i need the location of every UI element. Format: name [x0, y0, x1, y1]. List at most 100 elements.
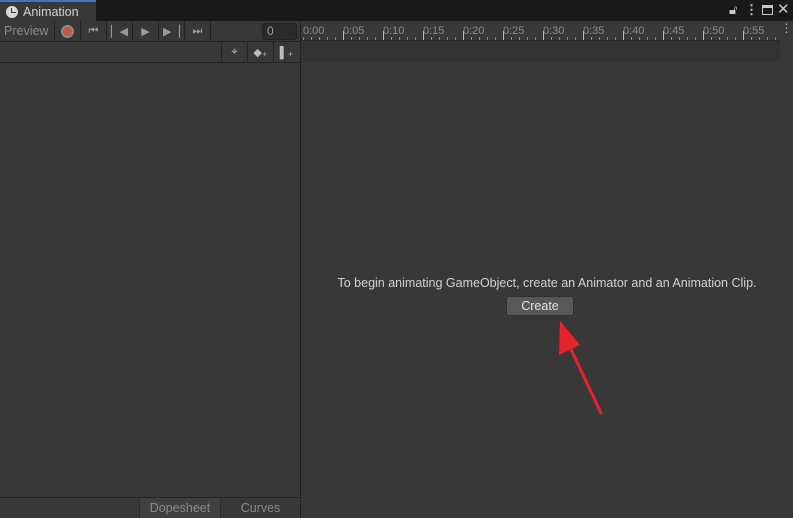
- timeline-tick: [735, 37, 736, 40]
- timeline-tick: [303, 37, 304, 40]
- timeline-tick: [535, 37, 536, 40]
- timeline-tick: [311, 37, 312, 40]
- timeline-tick: [399, 37, 400, 40]
- timeline-tick: [767, 37, 768, 40]
- timeline-tick: [663, 31, 664, 40]
- timeline-tick: [487, 37, 488, 40]
- step-back-icon: ▏◀︎: [111, 25, 128, 38]
- timeline-tick: [319, 37, 320, 40]
- play-icon: ▶︎: [141, 25, 150, 38]
- timeline-tick: [559, 37, 560, 40]
- timeline-tick: [623, 31, 624, 40]
- skip-to-start-icon: ⏮︎: [88, 24, 99, 37]
- record-button[interactable]: [55, 21, 81, 41]
- add-keyframe-button[interactable]: ◆₊: [247, 42, 273, 63]
- timeline-tick: [575, 37, 576, 40]
- step-forward-icon: ▶︎▕: [163, 25, 180, 38]
- timeline-tick: [695, 37, 696, 40]
- timeline-tick: [543, 31, 544, 40]
- timeline-tick: [367, 37, 368, 40]
- timeline-label: 0:45: [663, 25, 685, 37]
- timeline-ruler[interactable]: 0:00 0:05 0:10 0:15 0:20 0:25 0:30 0:35 0:40 0:45…: [301, 21, 780, 41]
- timeline-tick: [375, 37, 376, 40]
- timeline-tick: [727, 37, 728, 40]
- preview-button[interactable]: Preview: [0, 21, 55, 41]
- filter-by-selection-button[interactable]: ⌖: [221, 42, 247, 63]
- red-arrow-annotation: [559, 321, 603, 415]
- tab-animation[interactable]: Animation: [0, 0, 96, 21]
- lock-icon[interactable]: 🔓︎: [729, 3, 737, 17]
- timeline-label: 0:05: [343, 25, 365, 37]
- timeline-tick: [615, 37, 616, 40]
- playback-toolbar: Preview ⏮︎ ▏◀︎ ▶︎ ▶︎▕ ⏭︎: [0, 21, 300, 42]
- next-keyframe-button[interactable]: ▶︎▕: [159, 21, 185, 41]
- timeline-tick: [775, 37, 776, 40]
- frame-input[interactable]: 0: [262, 23, 297, 40]
- timeline-tick: [455, 37, 456, 40]
- tab-dopesheet[interactable]: Dopesheet: [139, 498, 220, 518]
- timeline-tick: [671, 37, 672, 40]
- timeline-label: 0:15: [423, 25, 445, 37]
- panel-divider[interactable]: [300, 21, 301, 518]
- timeline-tick: [703, 31, 704, 40]
- timeline-tick: [471, 37, 472, 40]
- timeline-label: 0:30: [543, 25, 565, 37]
- timeline-label: 0:50: [703, 25, 725, 37]
- tab-curves[interactable]: Curves: [220, 498, 300, 518]
- add-event-icon: ▌₊: [279, 47, 294, 59]
- timeline-tick: [335, 37, 336, 40]
- close-icon[interactable]: ✕: [777, 2, 790, 17]
- timeline-tick: [343, 31, 344, 40]
- timeline-label: 0:20: [463, 25, 485, 37]
- timeline-tick: [503, 31, 504, 40]
- timeline-tick: [679, 37, 680, 40]
- timeline-tick: [567, 37, 568, 40]
- timeline-tick: [599, 37, 600, 40]
- timeline-tick: [631, 37, 632, 40]
- timeline-tick: [359, 37, 360, 40]
- empty-state-message: To begin animating GameObject, create an…: [337, 276, 757, 290]
- timeline-tick: [423, 31, 424, 40]
- play-button[interactable]: ▶︎: [133, 21, 159, 41]
- first-keyframe-button[interactable]: ⏮︎: [81, 21, 107, 41]
- add-event-button[interactable]: ▌₊: [273, 42, 299, 63]
- record-icon: [61, 24, 74, 38]
- timeline-tick: [527, 37, 528, 40]
- timeline-tick: [607, 37, 608, 40]
- timeline-tick: [583, 31, 584, 40]
- timeline-tick: [751, 37, 752, 40]
- previous-keyframe-button[interactable]: ▏◀︎: [107, 21, 133, 41]
- timeline-tick: [327, 37, 328, 40]
- timeline-tick: [407, 37, 408, 40]
- timeline-tick: [495, 37, 496, 40]
- timeline-tick: [647, 37, 648, 40]
- timeline-tick: [759, 37, 760, 40]
- timeline-label: 0:35: [583, 25, 605, 37]
- timeline-tick: [551, 37, 552, 40]
- timeline-tick: [655, 37, 656, 40]
- create-button[interactable]: Create: [506, 296, 574, 316]
- timeline-label: 0:10: [383, 25, 405, 37]
- arrow-shaft: [566, 341, 603, 415]
- timeline-label: 0:55: [743, 25, 765, 37]
- timeline-tick: [511, 37, 512, 40]
- timeline-tick: [383, 31, 384, 40]
- timeline-tick: [439, 37, 440, 40]
- tab-title: Animation: [23, 4, 79, 19]
- timeline-tick: [391, 37, 392, 40]
- crosshair-icon: ⌖: [231, 46, 238, 58]
- timeline-tick: [519, 37, 520, 40]
- timeline-tick: [431, 37, 432, 40]
- timeline-tick: [687, 37, 688, 40]
- add-keyframe-icon: ◆₊: [253, 47, 268, 59]
- timeline-tick: [639, 37, 640, 40]
- more-menu-icon[interactable]: ⋮: [745, 3, 758, 17]
- clock-icon: [6, 5, 18, 18]
- skip-to-end-icon: ⏭︎: [192, 24, 203, 37]
- event-lane[interactable]: [301, 41, 780, 62]
- timeline-label: 0:00: [303, 25, 325, 37]
- last-keyframe-button[interactable]: ⏭︎: [185, 21, 211, 41]
- timeline-menu-icon[interactable]: ⋮: [780, 21, 793, 41]
- tab-bar: [0, 0, 793, 21]
- maximize-icon[interactable]: [762, 5, 773, 15]
